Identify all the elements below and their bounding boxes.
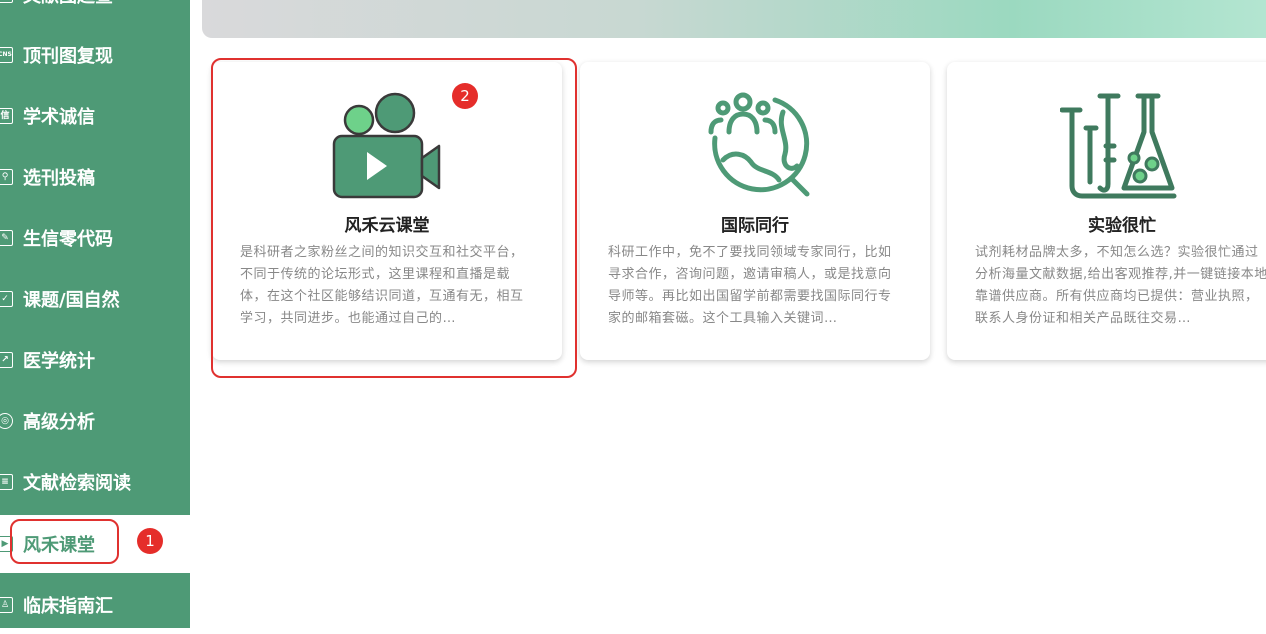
step-badge-1: 1 [137, 528, 163, 554]
integrity-icon: 信 [0, 108, 13, 124]
guide-icon: ♙ [0, 597, 13, 613]
chart-grid-icon [0, 0, 13, 3]
sidebar-item-bioinfo[interactable]: ✎ 生信零代码 [0, 209, 190, 267]
sidebar-item-label: 顶刊图复现 [23, 46, 113, 67]
highlight-box-card [211, 58, 577, 378]
card-description: 试剂耗材品牌太多，不知怎么选？实验很忙通过分析海量文献数据,给出客观推荐,并一键… [975, 245, 1266, 326]
sidebar-item-clinical-guide[interactable]: ♙ 临床指南汇 [0, 576, 190, 634]
sidebar-item-top-journal[interactable]: CNS 顶刊图复现 [0, 26, 190, 84]
lab-flask-icon [1060, 93, 1177, 199]
card-title: 国际同行 [721, 216, 789, 236]
sidebar-item-label: 医学统计 [23, 351, 95, 372]
sidebar-item-literature-search[interactable]: ≡ 文献检索阅读 [0, 453, 190, 511]
sidebar-item-medical-stats[interactable]: ↗ 医学统计 [0, 331, 190, 389]
cns-icon: CNS [0, 47, 13, 63]
sidebar-item-label: 生信零代码 [23, 229, 113, 250]
card-description: 科研工作中，免不了要找同领域专家同行，比如寻求合作，咨询问题，邀请审稿人，或是找… [608, 245, 892, 326]
sidebar-item-label: 学术诚信 [23, 107, 95, 128]
globe-people-icon [708, 92, 810, 197]
sidebar-item-label: 文献图趋查 [23, 0, 113, 8]
sidebar-item-label: 文献检索阅读 [23, 473, 131, 494]
sidebar-item-label: 课题/国自然 [23, 290, 120, 311]
top-banner [202, 0, 1266, 38]
sidebar-item-integrity[interactable]: 信 学术诚信 [0, 87, 190, 145]
project-icon: ✓ [0, 291, 13, 307]
card-international-peers[interactable]: 国际同行 科研工作中，免不了要找同领域专家同行，比如寻求合作，咨询问题，邀请审稿… [580, 62, 930, 360]
edit-icon: ✎ [0, 230, 13, 246]
step-badge-2: 2 [452, 83, 478, 109]
card-lab-busy[interactable]: 实验很忙 试剂耗材品牌太多，不知怎么选？实验很忙通过分析海量文献数据,给出客观推… [947, 62, 1266, 360]
sidebar-item-label: 临床指南汇 [23, 596, 113, 617]
highlight-box-sidebar [10, 519, 119, 564]
sidebar-item-advanced-analysis[interactable]: ◎ 高级分析 [0, 392, 190, 450]
search-icon: ⚲ [0, 169, 13, 185]
sidebar-item-label: 高级分析 [23, 412, 95, 433]
sidebar-item-journal-select[interactable]: ⚲ 选刊投稿 [0, 148, 190, 206]
sidebar-item-literature-chart[interactable]: 文献图趋查 [0, 0, 190, 24]
sidebar-item-label: 选刊投稿 [23, 168, 95, 189]
brain-icon: ◎ [0, 413, 13, 429]
card-title: 实验很忙 [1088, 216, 1156, 236]
document-icon: ≡ [0, 474, 13, 490]
sidebar-item-project[interactable]: ✓ 课题/国自然 [0, 270, 190, 328]
trend-chart-icon: ↗ [0, 352, 13, 368]
